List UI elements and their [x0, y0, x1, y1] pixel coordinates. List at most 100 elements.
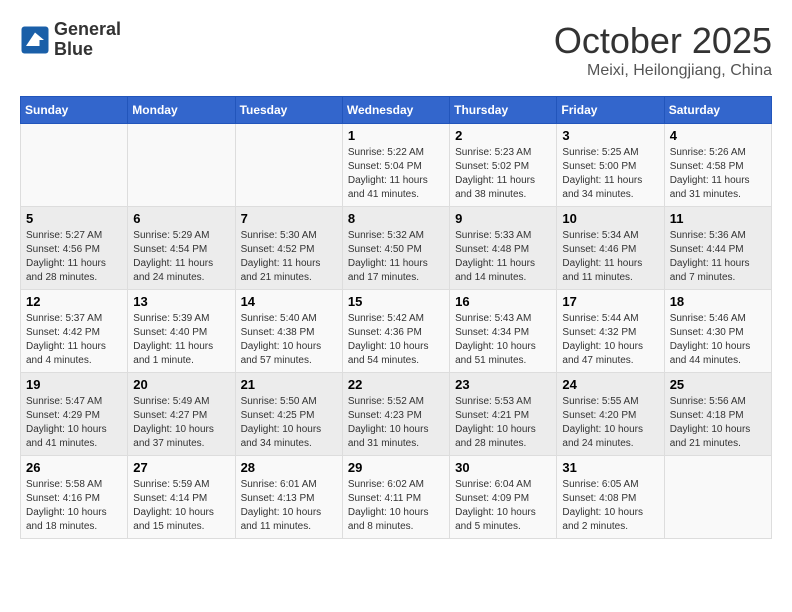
month-title: October 2025: [554, 20, 772, 62]
calendar-week-1: 1 Sunrise: 5:22 AM Sunset: 5:04 PM Daylig…: [21, 124, 772, 207]
calendar-cell: 23Sunrise: 5:53 AM Sunset: 4:21 PM Dayli…: [450, 373, 557, 456]
day-number: 25: [670, 377, 766, 392]
day-number: 31: [562, 460, 658, 475]
day-number: 12: [26, 294, 122, 309]
day-info: Sunrise: 5:33 AM Sunset: 4:48 PM Dayligh…: [455, 229, 551, 285]
day-info: Sunrise: 5:56 AM Sunset: 4:18 PM Dayligh…: [670, 395, 766, 451]
calendar-cell: 2Sunrise: 5:23 AM Sunset: 5:02 PM Daylig…: [450, 124, 557, 207]
day-info: Sunrise: 5:34 AM Sunset: 4:46 PM Dayligh…: [562, 229, 658, 285]
day-info: Sunrise: 5:58 AM Sunset: 4:16 PM Dayligh…: [26, 478, 122, 534]
header-tuesday: Tuesday: [235, 97, 342, 124]
calendar-cell: [664, 456, 771, 539]
header-monday: Monday: [128, 97, 235, 124]
day-info: Sunrise: 5:59 AM Sunset: 4:14 PM Dayligh…: [133, 478, 229, 534]
day-info: Sunrise: 5:36 AM Sunset: 4:44 PM Dayligh…: [670, 229, 766, 285]
calendar-cell: 4Sunrise: 5:26 AM Sunset: 4:58 PM Daylig…: [664, 124, 771, 207]
day-info: Sunrise: 5:25 AM Sunset: 5:00 PM Dayligh…: [562, 146, 658, 202]
calendar-cell: 18Sunrise: 5:46 AM Sunset: 4:30 PM Dayli…: [664, 290, 771, 373]
calendar-cell: 29Sunrise: 6:02 AM Sunset: 4:11 PM Dayli…: [342, 456, 449, 539]
calendar-cell: 25 Sunrise: 5:56 AM Sunset: 4:18 PM Dayli…: [664, 373, 771, 456]
calendar-cell: 8 Sunrise: 5:32 AM Sunset: 4:50 PM Daylig…: [342, 207, 449, 290]
day-info: Sunrise: 6:05 AM Sunset: 4:08 PM Dayligh…: [562, 478, 658, 534]
calendar-week-2: 5 Sunrise: 5:27 AM Sunset: 4:56 PM Daylig…: [21, 207, 772, 290]
day-info: Sunrise: 6:01 AM Sunset: 4:13 PM Dayligh…: [241, 478, 337, 534]
day-number: 2: [455, 128, 551, 143]
calendar-cell: 7 Sunrise: 5:30 AM Sunset: 4:52 PM Daylig…: [235, 207, 342, 290]
day-number: 20: [133, 377, 229, 392]
calendar-header-row: SundayMondayTuesdayWednesdayThursdayFrid…: [21, 97, 772, 124]
day-info: Sunrise: 5:42 AM Sunset: 4:36 PM Dayligh…: [348, 312, 444, 368]
day-info: Sunrise: 5:44 AM Sunset: 4:32 PM Dayligh…: [562, 312, 658, 368]
calendar-cell: 28 Sunrise: 6:01 AM Sunset: 4:13 PM Dayli…: [235, 456, 342, 539]
day-number: 8: [348, 211, 444, 226]
day-info: Sunrise: 5:30 AM Sunset: 4:52 PM Dayligh…: [241, 229, 337, 285]
logo-line2: Blue: [54, 40, 121, 60]
calendar-cell: 24Sunrise: 5:55 AM Sunset: 4:20 PM Dayli…: [557, 373, 664, 456]
day-number: 26: [26, 460, 122, 475]
header-wednesday: Wednesday: [342, 97, 449, 124]
day-number: 3: [562, 128, 658, 143]
day-info: Sunrise: 5:49 AM Sunset: 4:27 PM Dayligh…: [133, 395, 229, 451]
day-info: Sunrise: 5:27 AM Sunset: 4:56 PM Dayligh…: [26, 229, 122, 285]
day-number: 7: [241, 211, 337, 226]
calendar-week-4: 19Sunrise: 5:47 AM Sunset: 4:29 PM Dayli…: [21, 373, 772, 456]
day-number: 5: [26, 211, 122, 226]
day-info: Sunrise: 5:40 AM Sunset: 4:38 PM Dayligh…: [241, 312, 337, 368]
day-info: Sunrise: 5:47 AM Sunset: 4:29 PM Dayligh…: [26, 395, 122, 451]
day-number: 27: [133, 460, 229, 475]
day-number: 22: [348, 377, 444, 392]
calendar-cell: 15 Sunrise: 5:42 AM Sunset: 4:36 PM Dayli…: [342, 290, 449, 373]
calendar-cell: [128, 124, 235, 207]
calendar-cell: 11 Sunrise: 5:36 AM Sunset: 4:44 PM Dayli…: [664, 207, 771, 290]
calendar-cell: 19Sunrise: 5:47 AM Sunset: 4:29 PM Dayli…: [21, 373, 128, 456]
day-number: 30: [455, 460, 551, 475]
day-info: Sunrise: 5:43 AM Sunset: 4:34 PM Dayligh…: [455, 312, 551, 368]
day-number: 9: [455, 211, 551, 226]
day-number: 10: [562, 211, 658, 226]
calendar-cell: 26 Sunrise: 5:58 AM Sunset: 4:16 PM Dayli…: [21, 456, 128, 539]
logo: General Blue: [20, 20, 121, 60]
day-info: Sunrise: 5:29 AM Sunset: 4:54 PM Dayligh…: [133, 229, 229, 285]
day-info: Sunrise: 5:39 AM Sunset: 4:40 PM Dayligh…: [133, 312, 229, 368]
day-info: Sunrise: 5:32 AM Sunset: 4:50 PM Dayligh…: [348, 229, 444, 285]
day-info: Sunrise: 6:02 AM Sunset: 4:11 PM Dayligh…: [348, 478, 444, 534]
calendar-cell: [21, 124, 128, 207]
calendar-cell: 6 Sunrise: 5:29 AM Sunset: 4:54 PM Daylig…: [128, 207, 235, 290]
calendar-cell: 5 Sunrise: 5:27 AM Sunset: 4:56 PM Daylig…: [21, 207, 128, 290]
logo-icon: [20, 25, 50, 55]
header-thursday: Thursday: [450, 97, 557, 124]
calendar-cell: 16 Sunrise: 5:43 AM Sunset: 4:34 PM Dayli…: [450, 290, 557, 373]
title-block: October 2025 Meixi, Heilongjiang, China: [554, 20, 772, 80]
logo-line1: General: [54, 20, 121, 40]
header-friday: Friday: [557, 97, 664, 124]
day-number: 13: [133, 294, 229, 309]
calendar-week-5: 26 Sunrise: 5:58 AM Sunset: 4:16 PM Dayli…: [21, 456, 772, 539]
day-info: Sunrise: 5:53 AM Sunset: 4:21 PM Dayligh…: [455, 395, 551, 451]
day-number: 4: [670, 128, 766, 143]
calendar-cell: 9 Sunrise: 5:33 AM Sunset: 4:48 PM Daylig…: [450, 207, 557, 290]
day-number: 6: [133, 211, 229, 226]
day-number: 24: [562, 377, 658, 392]
calendar-cell: 30 Sunrise: 6:04 AM Sunset: 4:09 PM Dayli…: [450, 456, 557, 539]
day-number: 15: [348, 294, 444, 309]
calendar-cell: [235, 124, 342, 207]
day-info: Sunrise: 5:37 AM Sunset: 4:42 PM Dayligh…: [26, 312, 122, 368]
page-header: General Blue October 2025 Meixi, Heilong…: [20, 20, 772, 80]
calendar-cell: 17 Sunrise: 5:44 AM Sunset: 4:32 PM Dayli…: [557, 290, 664, 373]
day-info: Sunrise: 5:22 AM Sunset: 5:04 PM Dayligh…: [348, 146, 444, 202]
day-number: 28: [241, 460, 337, 475]
calendar-cell: 13 Sunrise: 5:39 AM Sunset: 4:40 PM Dayli…: [128, 290, 235, 373]
day-info: Sunrise: 5:50 AM Sunset: 4:25 PM Dayligh…: [241, 395, 337, 451]
day-info: Sunrise: 6:04 AM Sunset: 4:09 PM Dayligh…: [455, 478, 551, 534]
calendar-cell: 22 Sunrise: 5:52 AM Sunset: 4:23 PM Dayli…: [342, 373, 449, 456]
calendar-cell: 20 Sunrise: 5:49 AM Sunset: 4:27 PM Dayli…: [128, 373, 235, 456]
day-number: 17: [562, 294, 658, 309]
calendar-cell: 10 Sunrise: 5:34 AM Sunset: 4:46 PM Dayli…: [557, 207, 664, 290]
day-number: 1: [348, 128, 444, 143]
day-number: 11: [670, 211, 766, 226]
day-info: Sunrise: 5:52 AM Sunset: 4:23 PM Dayligh…: [348, 395, 444, 451]
calendar-table: SundayMondayTuesdayWednesdayThursdayFrid…: [20, 96, 772, 539]
day-number: 18: [670, 294, 766, 309]
day-number: 16: [455, 294, 551, 309]
calendar-cell: 1 Sunrise: 5:22 AM Sunset: 5:04 PM Daylig…: [342, 124, 449, 207]
